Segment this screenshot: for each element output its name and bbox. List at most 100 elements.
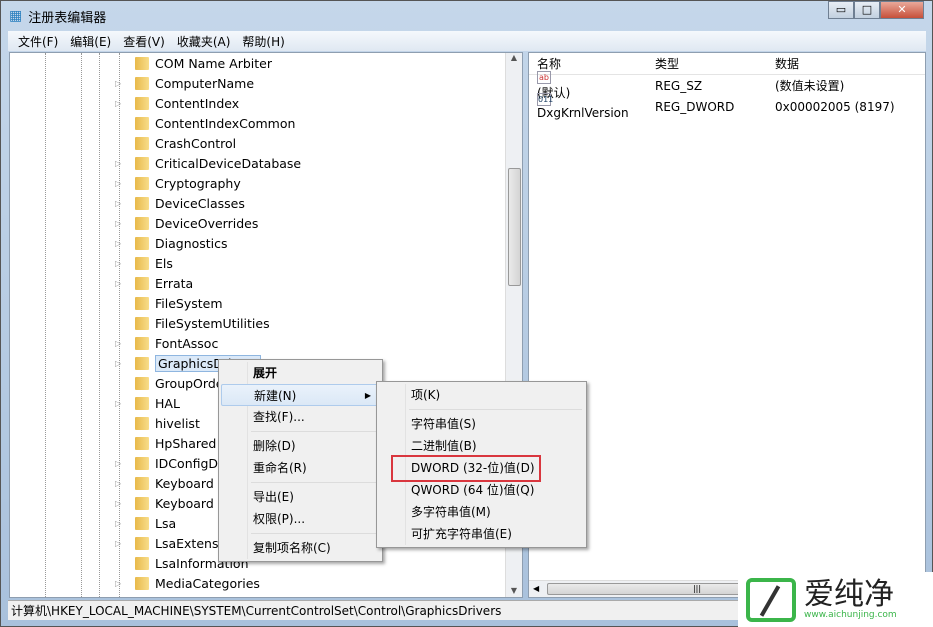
tree-node[interactable]: COM Name Arbiter bbox=[115, 53, 272, 73]
menu-0[interactable]: 文件(F) bbox=[12, 33, 64, 50]
tree-node[interactable]: hivelist bbox=[115, 413, 200, 433]
tree-node[interactable]: ▷ ContentIndex bbox=[115, 93, 239, 113]
folder-icon bbox=[135, 96, 149, 110]
regedit-icon: ▦ bbox=[9, 8, 23, 24]
tree-node[interactable]: ▷ HAL bbox=[115, 393, 180, 413]
expand-arrow-icon[interactable]: ▷ bbox=[115, 199, 125, 208]
expand-arrow-icon[interactable]: ▷ bbox=[115, 479, 125, 488]
tree-node[interactable]: ▷ DeviceClasses bbox=[115, 193, 245, 213]
maximize-button[interactable]: □ bbox=[854, 1, 880, 19]
window-title: 注册表编辑器 bbox=[28, 10, 107, 26]
tree-node[interactable]: ▷ Cryptography bbox=[115, 173, 241, 193]
context-menu: 展开 新建(N) ▶ 查找(F)... 删除(D) 重命名(R) 导出(E) 权限… bbox=[218, 359, 383, 562]
tree-node[interactable]: FileSystem bbox=[115, 293, 223, 313]
menu-2[interactable]: 查看(V) bbox=[117, 33, 171, 50]
values-list: 名称 类型 数据 ab (默认) REG_SZ (数值未设置) 011 DxgKrn… bbox=[528, 52, 926, 598]
folder-icon bbox=[135, 316, 149, 330]
tree-node[interactable]: HpShared bbox=[115, 433, 216, 453]
folder-icon bbox=[135, 136, 149, 150]
highlight-box bbox=[391, 455, 541, 482]
expand-arrow-icon[interactable]: ▷ bbox=[115, 459, 125, 468]
tree-node[interactable]: ▷ IDConfigDB bbox=[115, 453, 227, 473]
expand-arrow-icon[interactable]: ▷ bbox=[115, 499, 125, 508]
expand-arrow-icon[interactable]: ▷ bbox=[115, 399, 125, 408]
expand-arrow-icon[interactable]: ▷ bbox=[115, 279, 125, 288]
tree-node[interactable]: ▷ DeviceOverrides bbox=[115, 213, 258, 233]
expand-arrow-icon[interactable]: ▷ bbox=[115, 579, 125, 588]
menu-item-export[interactable]: 导出(E) bbox=[221, 486, 380, 508]
menu-item-permissions[interactable]: 权限(P)... bbox=[221, 508, 380, 530]
folder-icon bbox=[135, 196, 149, 210]
menu-item-delete[interactable]: 删除(D) bbox=[221, 435, 380, 457]
expand-arrow-icon[interactable]: ▷ bbox=[115, 99, 125, 108]
menu-item-rename[interactable]: 重命名(R) bbox=[221, 457, 380, 479]
scrollbar-thumb[interactable] bbox=[508, 168, 521, 286]
tree-node[interactable]: ▷ Diagnostics bbox=[115, 233, 228, 253]
menu-item-string-value[interactable]: 字符串值(S) bbox=[379, 413, 584, 435]
expand-arrow-icon[interactable]: ▷ bbox=[115, 359, 125, 368]
scroll-left-arrow-icon[interactable]: ◀ bbox=[533, 584, 539, 593]
tree-node[interactable]: ▷ MediaCategories bbox=[115, 573, 260, 593]
folder-icon bbox=[135, 496, 149, 510]
logo-name: 爱纯净 bbox=[804, 576, 894, 612]
folder-icon bbox=[135, 396, 149, 410]
expand-arrow-icon[interactable]: ▷ bbox=[115, 79, 125, 88]
folder-icon bbox=[135, 236, 149, 250]
tree-node[interactable]: ▷ CriticalDeviceDatabase bbox=[115, 153, 301, 173]
minimize-button[interactable]: ▭ bbox=[828, 1, 854, 19]
column-header-data[interactable]: 数据 bbox=[769, 55, 799, 72]
folder-icon bbox=[135, 296, 149, 310]
tree-node[interactable]: ▷ Lsa bbox=[115, 513, 176, 533]
scroll-up-arrow-icon[interactable]: ▲ bbox=[506, 53, 522, 62]
folder-icon bbox=[135, 376, 149, 390]
menu-item-qword-value[interactable]: QWORD (64 位)值(Q) bbox=[379, 479, 584, 501]
folder-icon bbox=[135, 476, 149, 490]
menu-item-binary-value[interactable]: 二进制值(B) bbox=[379, 435, 584, 457]
expand-arrow-icon[interactable]: ▷ bbox=[115, 519, 125, 528]
column-header-type[interactable]: 类型 bbox=[649, 55, 769, 72]
menu-item-multi-string-value[interactable]: 多字符串值(M) bbox=[379, 501, 584, 523]
expand-arrow-icon[interactable]: ▷ bbox=[115, 159, 125, 168]
expand-arrow-icon[interactable]: ▷ bbox=[115, 239, 125, 248]
folder-icon bbox=[135, 216, 149, 230]
expand-arrow-icon[interactable]: ▷ bbox=[115, 179, 125, 188]
logo-mark-icon bbox=[746, 577, 796, 622]
string-value-icon: ab bbox=[537, 70, 551, 84]
tree-node[interactable]: ContentIndexCommon bbox=[115, 113, 295, 133]
tree-node[interactable]: FileSystemUtilities bbox=[115, 313, 270, 333]
folder-icon bbox=[135, 456, 149, 470]
watermark-logo: 爱纯净 www.aichunjing.com bbox=[738, 572, 933, 627]
binary-value-icon: 011 bbox=[537, 93, 554, 106]
scroll-down-arrow-icon[interactable]: ▼ bbox=[506, 586, 522, 595]
title-bar: ▦ 注册表编辑器 bbox=[9, 5, 106, 27]
tree-node[interactable]: ▷ Errata bbox=[115, 273, 193, 293]
close-button[interactable]: ✕ bbox=[880, 1, 924, 19]
menu-3[interactable]: 收藏夹(A) bbox=[171, 33, 237, 50]
tree-node[interactable]: ▷ Els bbox=[115, 253, 173, 273]
menu-item-find[interactable]: 查找(F)... bbox=[221, 406, 380, 428]
logo-url: www.aichunjing.com bbox=[804, 609, 897, 620]
folder-icon bbox=[135, 76, 149, 90]
menu-item-new[interactable]: 新建(N) ▶ bbox=[221, 384, 380, 406]
expand-arrow-icon[interactable]: ▷ bbox=[115, 219, 125, 228]
folder-icon bbox=[135, 156, 149, 170]
expand-arrow-icon[interactable]: ▷ bbox=[115, 339, 125, 348]
expand-arrow-icon[interactable]: ▷ bbox=[115, 539, 125, 548]
menu-item-expand[interactable]: 展开 bbox=[221, 362, 380, 384]
menu-4[interactable]: 帮助(H) bbox=[236, 33, 290, 50]
tree-node[interactable]: ▷ ComputerName bbox=[115, 73, 254, 93]
expand-arrow-icon[interactable]: ▷ bbox=[115, 259, 125, 268]
menu-1[interactable]: 编辑(E) bbox=[64, 33, 117, 50]
menu-item-expandable-string-value[interactable]: 可扩充字符串值(E) bbox=[379, 523, 584, 545]
column-header-name[interactable]: 名称 bbox=[529, 55, 649, 72]
tree-node[interactable]: CrashControl bbox=[115, 133, 236, 153]
folder-icon bbox=[135, 336, 149, 350]
menu-item-copy-key-name[interactable]: 复制项名称(C) bbox=[221, 537, 380, 559]
folder-icon bbox=[135, 116, 149, 130]
menu-bar: 文件(F) 编辑(E) 查看(V) 收藏夹(A) 帮助(H) bbox=[8, 31, 926, 51]
list-row[interactable]: 011 DxgKrnlVersion REG_DWORD 0x00002005 (… bbox=[529, 93, 925, 120]
folder-icon bbox=[135, 356, 149, 370]
menu-item-key[interactable]: 项(K) bbox=[379, 384, 584, 406]
tree-node[interactable]: ▷ FontAssoc bbox=[115, 333, 218, 353]
folder-icon bbox=[135, 256, 149, 270]
